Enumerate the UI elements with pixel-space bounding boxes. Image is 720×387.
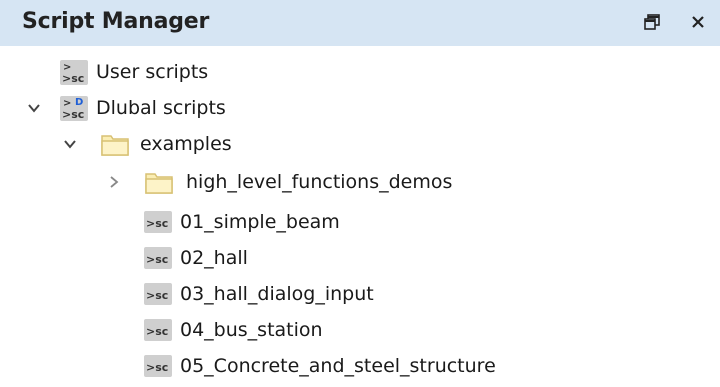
svg-text:>sc: >sc [146, 253, 168, 266]
tree-node-script[interactable]: >sc 02_hall [0, 240, 720, 276]
tree-node-label: 03_hall_dialog_input [180, 283, 374, 305]
script-file-icon: >sc [144, 353, 172, 381]
tree-node-label: 05_Concrete_and_steel_structure [180, 355, 496, 377]
script-file-icon: >sc [144, 317, 172, 345]
svg-text:>sc: >sc [146, 289, 168, 302]
svg-text:>sc: >sc [146, 217, 168, 230]
float-window-icon[interactable] [640, 10, 664, 34]
close-icon[interactable] [686, 10, 710, 34]
panel-title: Script Manager [22, 9, 210, 34]
chevron-down-icon[interactable] [60, 134, 80, 154]
chevron-right-icon[interactable] [104, 172, 124, 192]
tree-node-script[interactable]: >sc 03_hall_dialog_input [0, 276, 720, 312]
tree-node-script[interactable]: >sc 01_simple_beam [0, 204, 720, 240]
tree-node-script[interactable]: >sc 04_bus_station [0, 312, 720, 348]
tree-node-label: 02_hall [180, 247, 248, 269]
tree-node-label: 04_bus_station [180, 319, 323, 341]
script-file-icon: >sc [144, 281, 172, 309]
svg-text:>sc: >sc [62, 108, 84, 121]
tree-node-high-level-functions-demos[interactable]: high_level_functions_demos [0, 164, 720, 200]
panel-header: Script Manager [0, 0, 720, 46]
tree-node-user-scripts[interactable]: > >sc User scripts [0, 54, 720, 90]
chevron-down-icon[interactable] [24, 98, 44, 118]
svg-text:>sc: >sc [146, 361, 168, 374]
svg-text:D: D [75, 97, 83, 108]
script-tree: > >sc User scripts > D >sc Dlubal script… [0, 46, 720, 387]
svg-text:>sc: >sc [62, 72, 84, 85]
dlubal-script-group-icon: > D >sc [60, 94, 88, 122]
script-file-icon: >sc [144, 209, 172, 237]
script-group-icon: > >sc [60, 58, 88, 86]
tree-node-label: examples [140, 133, 232, 155]
tree-node-label: User scripts [96, 61, 209, 83]
tree-node-examples[interactable]: examples [0, 126, 720, 162]
svg-text:>sc: >sc [146, 325, 168, 338]
script-file-icon: >sc [144, 245, 172, 273]
folder-icon [100, 130, 129, 158]
script-manager-panel: Script Manager > >sc User scripts > D >s… [0, 0, 720, 387]
tree-node-label: Dlubal scripts [96, 97, 226, 119]
tree-node-script[interactable]: >sc 05_Concrete_and_steel_structure [0, 348, 720, 384]
tree-node-dlubal-scripts[interactable]: > D >sc Dlubal scripts [0, 90, 720, 126]
tree-node-label: 01_simple_beam [180, 211, 340, 233]
tree-node-label: high_level_functions_demos [186, 171, 453, 193]
folder-icon [144, 168, 173, 196]
